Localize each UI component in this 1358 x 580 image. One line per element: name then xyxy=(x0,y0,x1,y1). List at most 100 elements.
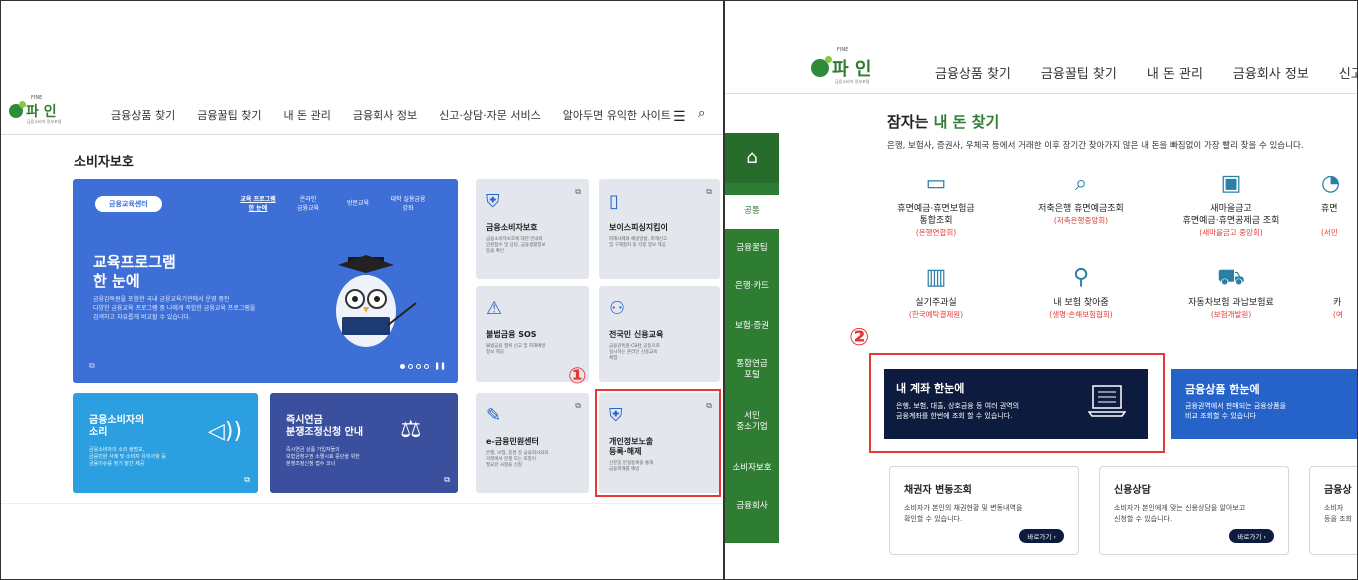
service-name: 자동차보험 과납보험료 xyxy=(1188,298,1274,308)
nav-item[interactable]: 내 돈 관리 xyxy=(283,107,330,123)
phone-icon: ▯ xyxy=(609,191,619,212)
main-nav: 금융상품 찾기 금융꿀팁 찾기 내 돈 관리 금융회사 정보 신고 xyxy=(935,63,1357,82)
shield-icon: ⛨ xyxy=(486,191,500,212)
consumer-protection-card[interactable]: ⛨ ⧉ 금융소비자보호 금융소비자보호에 대한 안내와 민원접수 및 상담, 금… xyxy=(476,179,589,279)
menu-icon[interactable]: ☰ xyxy=(673,109,686,125)
education-banner[interactable]: 금융교육센터 교육 프로그램 한 눈에 온라인 금융교육 방문교육 대학 실용금… xyxy=(73,179,458,383)
sidebar-item-smb[interactable]: 서민 중소기업 xyxy=(725,411,779,433)
creditor-change-card[interactable]: 채권자 변동조회 소비자가 본인의 채권현황 및 변동내역을 확인할 수 있습니… xyxy=(889,466,1079,555)
partial-icon: ◔ xyxy=(1321,171,1341,196)
card-title: 보이스피싱지킴이 xyxy=(609,223,668,232)
monitor-icon: ▭ xyxy=(925,171,947,196)
search-card-icon: ▣ xyxy=(1220,171,1242,196)
service-mg-dormant[interactable]: ▣ 새마을금고 휴면예금·휴면공제금 조회 (새마을금고 중앙회) xyxy=(1161,169,1301,238)
credit-counsel-card[interactable]: 신용상담 소비자가 본인에게 맞는 신용상담을 알아보고 신청할 수 있습니다.… xyxy=(1099,466,1289,555)
service-car-insurance[interactable]: ⛟ 자동차보험 과납보험료 (보험개발원) xyxy=(1161,263,1301,320)
page-title: 소비자보호 xyxy=(74,155,134,170)
nav-item[interactable]: 금융상품 찾기 xyxy=(111,107,175,123)
banner-tab[interactable]: 방문교육 xyxy=(333,195,383,213)
home-icon[interactable]: ⌂ xyxy=(725,133,779,183)
external-link-icon[interactable]: ⧉ xyxy=(89,361,95,371)
sidebar-item-common[interactable]: 공통 xyxy=(725,195,779,229)
card-desc: 피해사례와 예방방법, 피해신고 및 구제절차 등 각종 정보 제공 xyxy=(609,237,668,248)
nav-item[interactable]: 금융회사 정보 xyxy=(353,107,417,123)
go-button[interactable]: 바로가기 › xyxy=(1229,529,1274,543)
right-panel: FINE 파 인 금융소비자 정보포털 금융상품 찾기 금융꿀팁 찾기 내 돈 … xyxy=(725,1,1357,579)
fine-logo[interactable]: FINE 파 인 금융소비자 정보포털 xyxy=(9,95,61,124)
marker-1: ① xyxy=(568,364,587,389)
car-icon: ⛟ xyxy=(1217,265,1245,290)
card-desc: 소비자 등을 조회 xyxy=(1324,504,1352,523)
section-title: 잠자는 내 돈 찾기 xyxy=(887,111,999,132)
annuity-dispute-card[interactable]: 즉시연금 분쟁조정신청 안내 ⚖ 즉시연금 상품 가입자들의 보험금청구권 소멸… xyxy=(270,393,458,493)
search-icon[interactable]: ⌕ xyxy=(698,106,705,121)
fine-logo[interactable]: FINE 파 인 금융소비자 정보포털 xyxy=(811,47,872,84)
nav-item[interactable]: 알아두면 유익한 사이트 xyxy=(563,107,671,123)
laptop-search-icon: ⌕ xyxy=(1074,171,1088,196)
nav-item[interactable]: 금융꿀팁 찾기 xyxy=(197,107,261,123)
section-desc: 은행, 보험사, 증권사, 우체국 등에서 거래한 이후 장기간 찾아가지 않은… xyxy=(887,141,1304,151)
service-name: 내 보험 찾아줌 xyxy=(1053,298,1109,308)
credit-education-card[interactable]: ⚇ 전국민 신용교육 금융감독원·CB社 공동으로 실시하는 온라인 신용교육 … xyxy=(599,286,720,382)
nav-item[interactable]: 신고 xyxy=(1339,63,1357,82)
card-title: 즉시연금 분쟁조정신청 안내 xyxy=(286,415,364,438)
sidebar-item-bank-card[interactable]: 은행·카드 xyxy=(725,281,779,292)
nav-item[interactable]: 신고·상담·자문 서비스 xyxy=(439,107,541,123)
banner-tab[interactable]: 대학 실용금융 강좌 xyxy=(383,195,433,213)
voice-phishing-card[interactable]: ▯ ⧉ 보이스피싱지킴이 피해사례와 예방방법, 피해신고 및 구제절차 등 각… xyxy=(599,179,720,279)
service-my-insurance[interactable]: ⚲ 내 보험 찾아줌 (생명·손해보험협회) xyxy=(1016,263,1146,320)
go-button[interactable]: 바로가기 › xyxy=(1019,529,1064,543)
banner-heading-2: 한 눈에 xyxy=(93,272,140,290)
banner-tabs: 교육 프로그램 한 눈에 온라인 금융교육 방문교육 대학 실용금융 강좌 xyxy=(233,195,433,213)
external-link-icon[interactable]: ⧉ xyxy=(575,187,581,197)
service-org: (보험개발원) xyxy=(1210,310,1252,319)
left-panel: FINE 파 인 금융소비자 정보포털 금융상품 찾기 금융꿀팁 찾기 내 돈 … xyxy=(1,1,723,579)
consumer-voice-card[interactable]: 금융소비자의 소리 ◁)) 금융소비자의 소리 쌍방교, 금융민원 사례 및 소… xyxy=(73,393,258,493)
education-center-pill[interactable]: 금융교육센터 xyxy=(95,196,162,212)
service-dormant-deposit[interactable]: ▭ 휴면예금·휴면보험금 통합조회 (은행연합회) xyxy=(871,169,1001,238)
banner-desc: 금융감독원을 포함한 국내 금융교육기관에서 운영 중인 다양한 금융교육 프로… xyxy=(93,296,256,321)
service-org: (저축은행중앙회) xyxy=(1053,216,1109,225)
external-link-icon[interactable]: ⧉ xyxy=(575,401,581,411)
sidebar-item-insurance[interactable]: 보험·증권 xyxy=(725,321,779,332)
service-org: (서민 xyxy=(1321,228,1338,237)
nav-item[interactable]: 내 돈 관리 xyxy=(1147,63,1203,82)
sidebar-item-pension[interactable]: 통합연금 포털 xyxy=(725,359,779,381)
service-org: (은행연합회) xyxy=(915,228,957,237)
left-sidebar: ⌂ 공통 금융꿀팁 은행·카드 보험·증권 통합연금 포털 서민 중소기업 소비… xyxy=(725,133,779,543)
service-savings-bank[interactable]: ⌕ 저축은행 휴면예금조회 (저축은행중앙회) xyxy=(1016,169,1146,226)
product-compare-block[interactable]: 금융상품 한눈에 금융권역에서 판매되는 금융상품을 비교 조회할 수 있습니다 xyxy=(1171,369,1357,439)
service-partial-2[interactable]: 카 (여 xyxy=(1333,263,1357,320)
sidebar-item-consumer[interactable]: 소비자보호 xyxy=(725,463,779,474)
nav-divider xyxy=(725,93,1357,94)
sidebar-item-tips[interactable]: 금융꿀팁 xyxy=(725,243,779,254)
banner-tab[interactable]: 온라인 금융교육 xyxy=(283,195,333,213)
card-desc: 불법금융 행위 신고 및 피해예방 정보 제공 xyxy=(486,344,546,355)
service-partial-1[interactable]: ◔ 휴면 (서민 xyxy=(1321,169,1357,238)
e-complaint-card[interactable]: ✎ ⧉ e-금융민원센터 은행, 보험, 증권 등 금융회사와의 거래에서 분쟁… xyxy=(476,393,589,493)
service-org: (한국예탁결제원) xyxy=(908,310,964,319)
external-link-icon[interactable]: ⧉ xyxy=(444,475,450,485)
nav-item[interactable]: 금융꿀팁 찾기 xyxy=(1041,63,1117,82)
banner-tab[interactable]: 교육 프로그램 한 눈에 xyxy=(233,195,283,213)
nav-item[interactable]: 금융회사 정보 xyxy=(1233,63,1309,82)
service-stock-fruit[interactable]: ▥ 실기주과실 (한국예탁결제원) xyxy=(871,263,1001,320)
card-title: 전국민 신용교육 xyxy=(609,330,664,339)
highlight-box-2 xyxy=(869,353,1165,453)
carousel-dots[interactable]: ❚❚ xyxy=(400,362,446,370)
pause-icon[interactable]: ❚❚ xyxy=(434,362,446,370)
logo-sub: 금융소비자 정보포털 xyxy=(27,119,62,124)
footer-divider xyxy=(1,503,723,504)
card-desc: 금융소비자의 소리 쌍방교, 금융민원 사례 및 소비자 유의사항 등 금융이슈… xyxy=(89,447,166,467)
highlight-box-1 xyxy=(595,389,721,497)
partial-card[interactable]: 금융상 소비자 등을 조회 xyxy=(1309,466,1357,555)
external-link-icon[interactable]: ⧉ xyxy=(244,475,250,485)
title-prefix: 잠자는 xyxy=(887,113,934,131)
logo-text: 파 인 xyxy=(832,59,872,80)
external-link-icon[interactable]: ⧉ xyxy=(706,187,712,197)
service-org: (새마을금고 중앙회) xyxy=(1199,228,1263,237)
logo-mark-icon xyxy=(811,56,832,77)
sidebar-item-company[interactable]: 금융회사 xyxy=(725,501,779,512)
chart-icon: ▥ xyxy=(925,265,947,290)
nav-item[interactable]: 금융상품 찾기 xyxy=(935,63,1011,82)
